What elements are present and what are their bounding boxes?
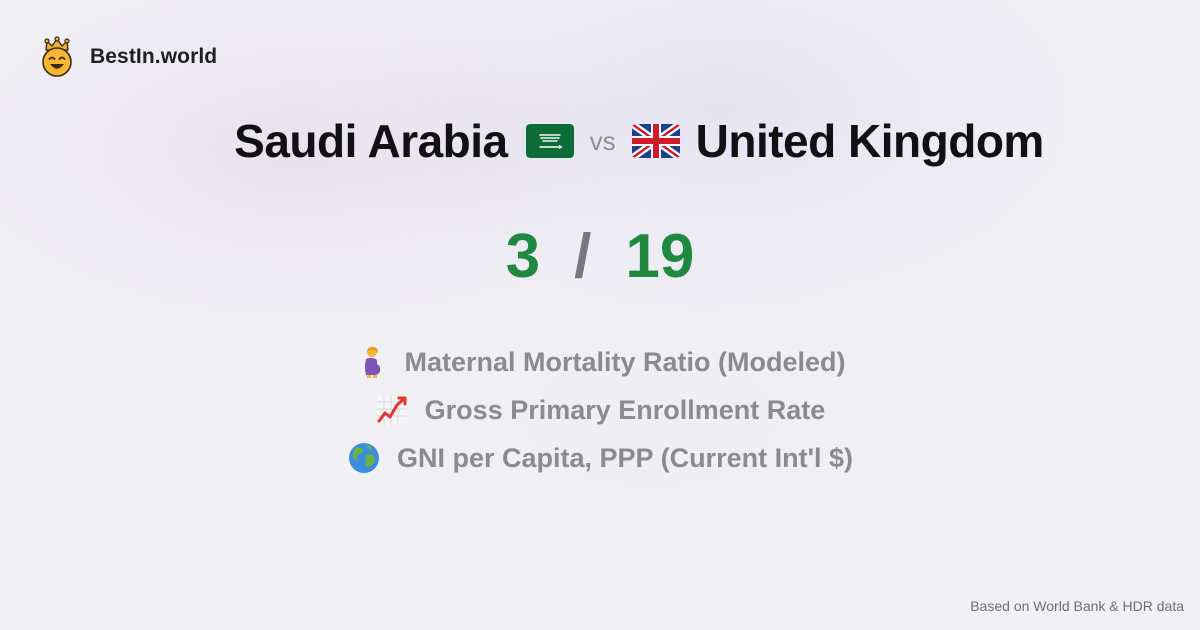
left-score: 3 xyxy=(505,221,541,291)
metrics-list: Maternal Mortality Ratio (Modeled) Gross… xyxy=(0,338,1200,482)
globe-icon xyxy=(349,443,379,473)
metric-item[interactable]: Gross Primary Enrollment Rate xyxy=(375,386,826,434)
brand-header[interactable]: BestIn.world xyxy=(38,36,217,78)
crowned-smiley-icon xyxy=(42,36,72,77)
saudi-arabia-flag-icon xyxy=(525,124,574,158)
metric-item[interactable]: Maternal Mortality Ratio (Modeled) xyxy=(354,338,846,386)
metric-label: GNI per Capita, PPP (Current Int'l $) xyxy=(397,442,853,473)
score-separator: / xyxy=(574,221,592,291)
united-kingdom-flag-icon xyxy=(631,124,680,158)
background xyxy=(0,0,1200,630)
vs-label: vs xyxy=(589,125,616,156)
left-country-name: Saudi Arabia xyxy=(234,115,508,167)
metric-label: Maternal Mortality Ratio (Modeled) xyxy=(404,346,846,377)
comparison-title: Saudi Arabia vs United Kingdom xyxy=(0,108,1200,174)
chart-increasing-icon xyxy=(376,395,407,425)
metric-item[interactable]: GNI per Capita, PPP (Current Int'l $) xyxy=(347,434,853,482)
brand-name: BestIn.world xyxy=(90,45,218,68)
right-score: 19 xyxy=(625,221,695,291)
metric-label: Gross Primary Enrollment Rate xyxy=(424,394,826,425)
right-country-name: United Kingdom xyxy=(695,115,1045,167)
data-source-note: Based on World Bank & HDR data xyxy=(970,598,1184,614)
pregnant-woman-icon xyxy=(365,346,381,378)
score-display: 3 / 19 xyxy=(0,218,1200,294)
